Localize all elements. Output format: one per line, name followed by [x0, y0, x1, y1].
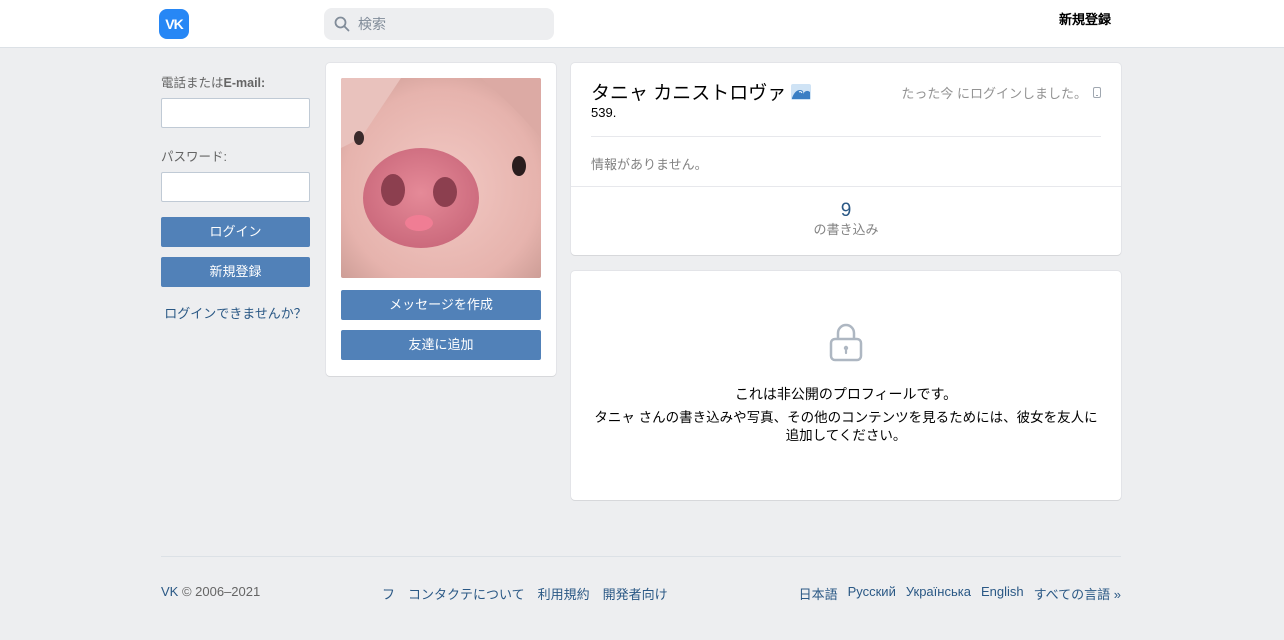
language-link-ukrainian[interactable]: Українська	[906, 584, 971, 603]
wave-icon	[791, 83, 812, 100]
footer-link-about[interactable]: コンタクテについて	[408, 584, 525, 603]
divider	[591, 136, 1101, 137]
profile-name-text: タニャ カニストロヴァ	[591, 83, 787, 104]
divider	[571, 186, 1121, 187]
posts-count: 9	[840, 200, 852, 221]
profile-info-card: タニャ カニストロヴァ 539. たった今 にログインしました。 情報がありませ…	[571, 63, 1121, 255]
posts-label: の書き込み	[813, 222, 879, 237]
copyright: VK © 2006–2021	[161, 584, 260, 599]
footer-link[interactable]: フ	[382, 584, 395, 603]
footer-brand-link[interactable]: VK	[161, 584, 178, 599]
footer-links: フ コンタクテについて 利用規約 開発者向け	[382, 584, 668, 603]
search-box[interactable]	[324, 8, 554, 40]
no-info-text: 情報がありません。	[591, 157, 708, 172]
email-field[interactable]	[161, 98, 310, 128]
search-icon	[334, 16, 350, 32]
header-signup-link[interactable]: 新規登録	[1059, 12, 1111, 28]
top-header: VK 新規登録	[0, 0, 1284, 48]
avatar[interactable]	[341, 78, 541, 278]
language-link-russian[interactable]: Русский	[848, 584, 896, 603]
profile-photo-card: メッセージを作成 友達に追加	[326, 63, 556, 376]
footer-link-developers[interactable]: 開発者向け	[603, 584, 668, 603]
signup-button[interactable]: 新規登録	[161, 257, 310, 287]
online-status: たった今 にログインしました。	[901, 83, 1101, 102]
language-links: 日本語 Русский Українська English すべての言語 »	[799, 584, 1121, 603]
private-profile-card: これは非公開のプロフィールです。 タニャ さんの書き込みや写真、その他のコンテン…	[571, 271, 1121, 500]
password-label: パスワード:	[161, 150, 227, 164]
vk-logo[interactable]: VK	[159, 9, 189, 39]
mobile-icon	[1093, 87, 1101, 98]
language-link-english[interactable]: English	[981, 584, 1024, 603]
password-field[interactable]	[161, 172, 310, 202]
profile-name: タニャ カニストロヴァ	[591, 78, 812, 105]
online-status-text: たった今 にログインしました。	[901, 86, 1087, 101]
send-message-button[interactable]: メッセージを作成	[341, 290, 541, 320]
posts-counter[interactable]: 9 の書き込み	[571, 200, 1121, 238]
private-profile-title: これは非公開のプロフィールです。	[734, 386, 958, 402]
login-form: 電話またはE-mail: パスワード: ログイン 新規登録 ログインできませんか…	[161, 72, 310, 322]
add-friend-button[interactable]: 友達に追加	[341, 330, 541, 360]
profile-status: 539.	[591, 105, 617, 120]
all-languages-link[interactable]: すべての言語 »	[1034, 584, 1121, 603]
private-profile-text: タニャ さんの書き込みや写真、その他のコンテンツを見るためには、彼女を友人に追加…	[594, 410, 1098, 443]
login-button[interactable]: ログイン	[161, 217, 310, 247]
footer-link-terms[interactable]: 利用規約	[538, 584, 590, 603]
phone-email-label: 電話またはE-mail:	[161, 76, 266, 90]
footer-divider	[161, 556, 1121, 557]
forgot-login-link[interactable]: ログインできませんか？	[161, 303, 310, 322]
search-input[interactable]	[358, 16, 538, 32]
language-link-japanese[interactable]: 日本語	[799, 584, 838, 603]
copyright-text: © 2006–2021	[181, 584, 261, 599]
lock-icon	[829, 323, 863, 362]
